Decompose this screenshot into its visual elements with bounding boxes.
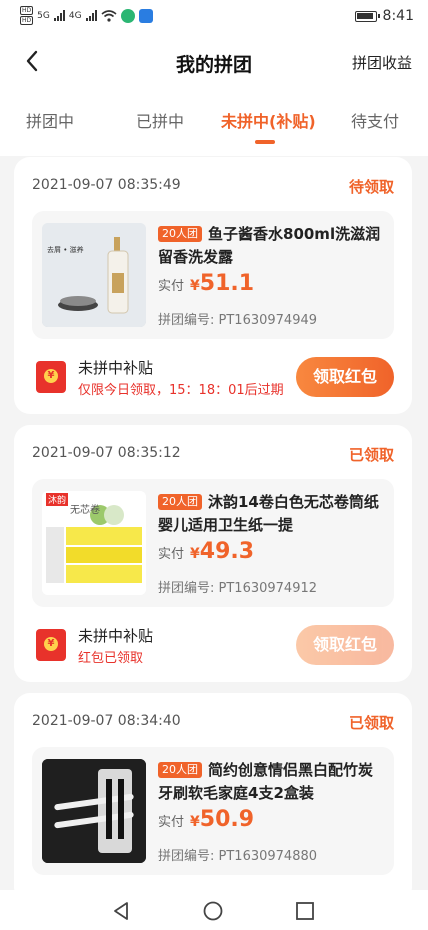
product-title: 20人团 鱼子酱香水800ml洗滋润留香洗发露: [158, 223, 384, 269]
active-tab-indicator: [255, 140, 275, 144]
paid-label: 实付: [158, 815, 185, 830]
product-title: 20人团 简约创意情侣黑白配竹炭牙刷软毛家庭4支2盒装: [158, 759, 384, 805]
signal-icon-1: [53, 10, 65, 21]
product-image: [42, 759, 146, 863]
thumb-caption: 无芯卷: [70, 505, 100, 516]
group-earnings-link[interactable]: 拼团收益: [352, 52, 412, 73]
product-row[interactable]: 去屑 • 滋养 20人团 鱼子酱香水800ml洗滋润留香洗发露 实付 ¥51.1 拼…: [32, 211, 394, 339]
back-icon[interactable]: [18, 46, 48, 76]
currency-symbol: ¥: [190, 814, 200, 830]
paid-price: 50.9: [199, 807, 255, 832]
order-card: 2021-09-07 08:35:49 待领取 去屑 • 滋养 20人团 鱼子酱香…: [14, 157, 412, 414]
tab-bar: 拼团中 已拼中 未拼中(补贴) 待支付: [0, 90, 428, 156]
network-5g-label: 5G: [37, 10, 50, 21]
paid-amount: 实付 ¥50.9: [158, 807, 254, 832]
wifi-icon: [101, 9, 117, 22]
shampoo-bottle-icon: [42, 223, 146, 327]
paid-amount: 实付 ¥49.3: [158, 539, 254, 564]
hd-badge-1: HD: [20, 6, 34, 15]
product-image: 沐韵 无芯卷: [42, 491, 146, 595]
network-4g-label: 4G: [68, 10, 82, 21]
status-left: HD HD 5G 4G: [20, 6, 153, 25]
order-card: 2021-09-07 08:35:12 已领取 沐韵 无芯卷 20人团 沐韵14卷…: [14, 425, 412, 682]
translate-app-icon: [138, 8, 153, 23]
tab-not-won-subsidy[interactable]: 未拼中(补贴): [221, 108, 316, 132]
order-status: 已领取: [348, 446, 394, 464]
group-size-badge: 20人团: [158, 226, 202, 242]
order-date: 2021-09-07 08:34:40: [32, 713, 181, 729]
subsidy-claimed-note: 红包已领取: [78, 651, 144, 666]
group-code: 拼团编号: PT1630974912: [158, 581, 318, 596]
order-card: 2021-09-07 08:34:40 已领取 20人团 简约创意情侣黑白配竹炭牙…: [14, 693, 412, 903]
tab-won[interactable]: 已拼中: [136, 108, 184, 132]
subsidy-row: 未拼中补贴 红包已领取 领取红包: [32, 623, 394, 667]
subsidy-title: 未拼中补贴: [78, 627, 154, 645]
currency-symbol: ¥: [190, 546, 200, 562]
clock: 8:41: [382, 8, 414, 24]
thumb-caption: 去屑 • 滋养: [47, 246, 84, 254]
square-recents-icon[interactable]: [294, 900, 316, 922]
group-size-badge: 20人团: [158, 494, 202, 510]
product-row[interactable]: 20人团 简约创意情侣黑白配竹炭牙刷软毛家庭4支2盒装 实付 ¥50.9 拼团编号:…: [32, 747, 394, 875]
hd-badge-2: HD: [20, 16, 34, 25]
system-nav-bar: [0, 890, 428, 930]
paid-amount: 实付 ¥51.1: [158, 271, 254, 296]
group-size-badge: 20人团: [158, 762, 202, 778]
group-code: 拼团编号: PT1630974949: [158, 313, 318, 328]
tab-pending-payment[interactable]: 待支付: [351, 108, 399, 132]
app-header: 我的拼团 拼团收益: [0, 34, 428, 90]
toothbrush-set-icon: [42, 759, 146, 863]
claim-red-packet-button[interactable]: 领取红包: [296, 625, 394, 665]
red-packet-icon: [36, 361, 66, 393]
status-right: 8:41: [354, 8, 414, 24]
product-row[interactable]: 沐韵 无芯卷 20人团 沐韵14卷白色无芯卷筒纸婴儿适用卫生纸一提 实付 ¥49.3…: [32, 479, 394, 607]
red-packet-icon: [36, 629, 66, 661]
subsidy-deadline: 仅限今日领取，15：18：01后过期: [78, 383, 284, 398]
paid-label: 实付: [158, 279, 185, 294]
thumb-brand: 沐韵: [46, 493, 69, 506]
product-title: 20人团 沐韵14卷白色无芯卷筒纸婴儿适用卫生纸一提: [158, 491, 384, 537]
order-status: 已领取: [348, 714, 394, 732]
subsidy-row: 未拼中补贴 仅限今日领取，15：18：01后过期 领取红包: [32, 355, 394, 399]
app-notification-icon: [120, 8, 135, 23]
battery-icon: [354, 10, 380, 22]
paid-label: 实付: [158, 547, 185, 562]
triangle-back-icon[interactable]: [110, 900, 132, 922]
paid-price: 51.1: [199, 271, 255, 296]
tab-in-progress[interactable]: 拼团中: [26, 108, 74, 132]
status-bar: HD HD 5G 4G 8:41: [0, 0, 428, 34]
order-status: 待领取: [348, 178, 394, 196]
hd-indicators: HD HD: [20, 6, 34, 25]
claim-red-packet-button[interactable]: 领取红包: [296, 357, 394, 397]
product-image: 去屑 • 滋养: [42, 223, 146, 327]
group-code: 拼团编号: PT1630974880: [158, 849, 318, 864]
circle-home-icon[interactable]: [202, 900, 224, 922]
order-date: 2021-09-07 08:35:12: [32, 445, 181, 461]
currency-symbol: ¥: [190, 278, 200, 294]
order-date: 2021-09-07 08:35:49: [32, 177, 181, 193]
paid-price: 49.3: [199, 539, 255, 564]
signal-icon-2: [85, 10, 97, 21]
subsidy-title: 未拼中补贴: [78, 359, 154, 377]
